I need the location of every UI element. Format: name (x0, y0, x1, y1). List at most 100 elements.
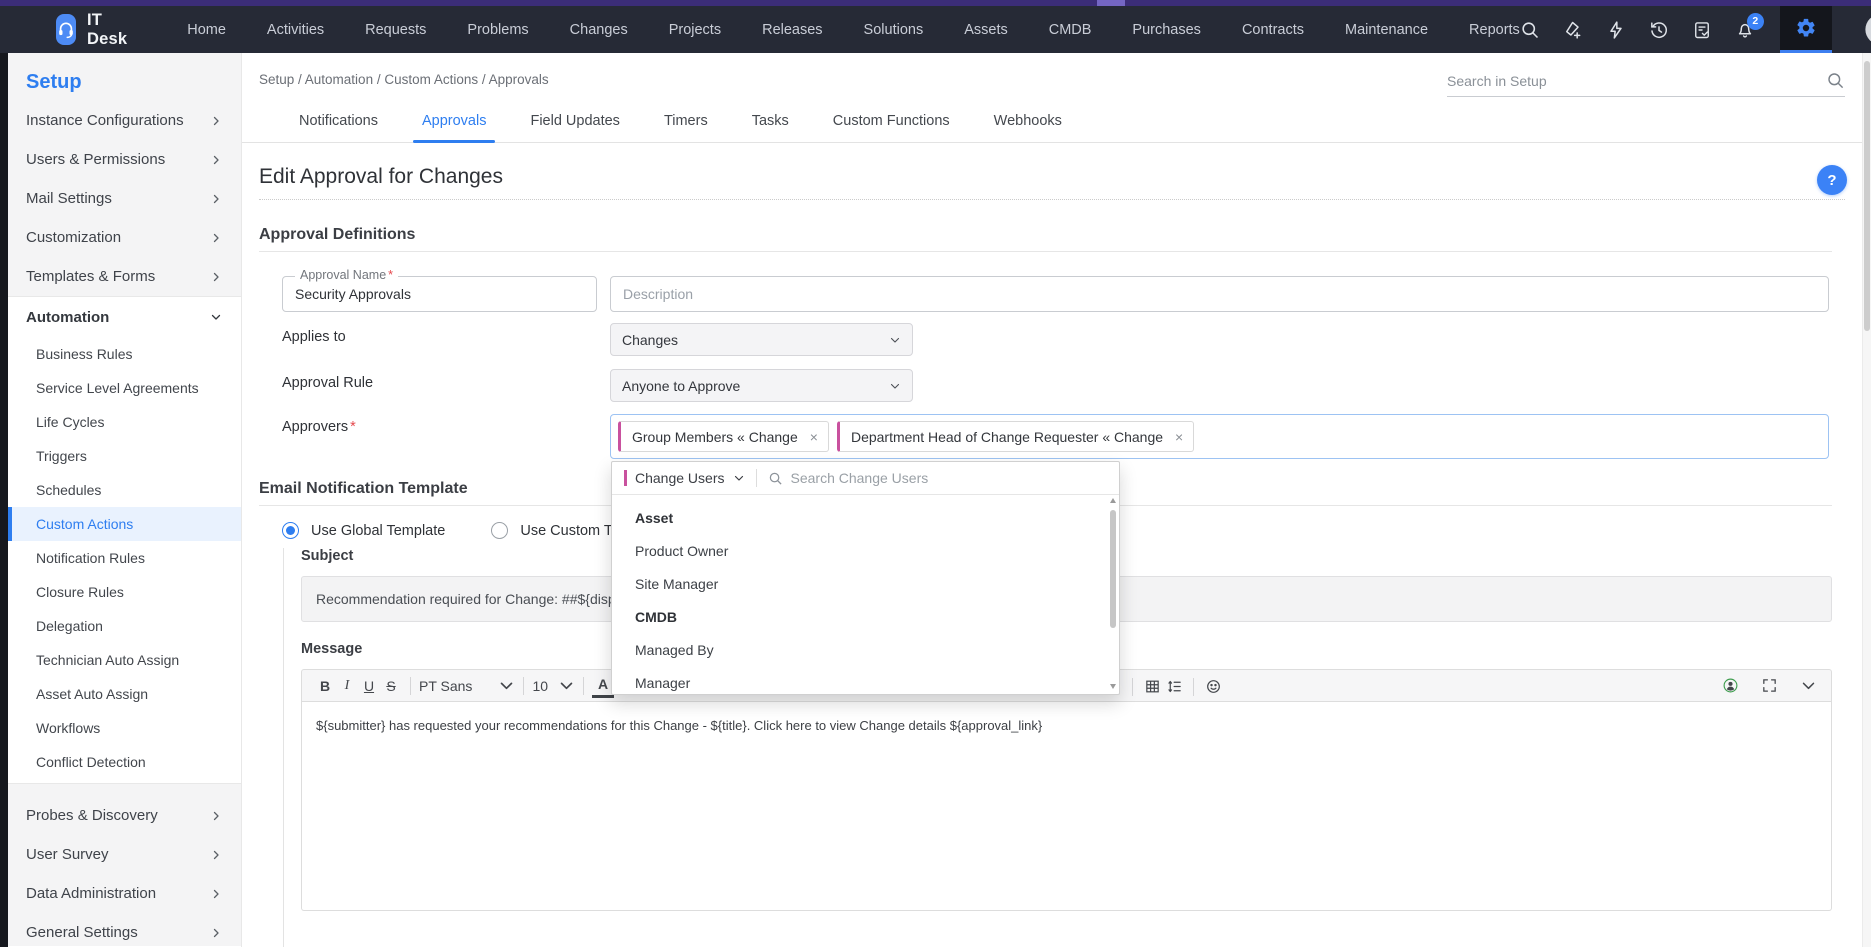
use-global-template-radio[interactable] (282, 522, 299, 539)
sidebar-item-life-cycles[interactable]: Life Cycles (8, 405, 241, 439)
tab-notifications[interactable]: Notifications (296, 100, 381, 143)
dropdown-option-manager[interactable]: Manager (612, 666, 1119, 699)
approvers-multiselect[interactable]: Group Members « Change × Department Head… (610, 414, 1829, 459)
scroll-up-arrow[interactable] (1110, 498, 1116, 503)
lightning-icon[interactable] (1606, 20, 1626, 40)
chip-remove-icon[interactable]: × (810, 430, 818, 444)
nav-purchases[interactable]: Purchases (1132, 22, 1201, 38)
sidebar-item-service-level-agreements[interactable]: Service Level Agreements (8, 371, 241, 405)
sidebar-item-templates-forms[interactable]: Templates & Forms (8, 257, 241, 296)
underline-icon[interactable]: U (358, 674, 380, 698)
search-icon[interactable] (1826, 71, 1845, 90)
sidebar-item-technician-auto-assign[interactable]: Technician Auto Assign (8, 643, 241, 677)
history-icon[interactable] (1649, 20, 1669, 40)
change-users-filter[interactable]: Change Users (635, 470, 745, 486)
emoji-icon[interactable] (1202, 675, 1224, 699)
app-window: IT Desk Home Activities Requests Problem… (0, 0, 1871, 947)
sidebar-item-instance-configurations[interactable]: Instance Configurations (8, 101, 241, 140)
approval-rule-select[interactable]: Anyone to Approve (610, 369, 913, 402)
sidebar-item-workflows[interactable]: Workflows (8, 711, 241, 745)
sidebar-automation-section: Automation Business Rules Service Level … (8, 297, 241, 784)
nav-home[interactable]: Home (187, 22, 226, 38)
sidebar-item-conflict-detection[interactable]: Conflict Detection (8, 745, 241, 779)
use-global-template-label: Use Global Template (311, 523, 445, 539)
message-editor-body[interactable]: ${submitter} has requested your recommen… (301, 702, 1832, 911)
nav-reports[interactable]: Reports (1469, 22, 1520, 38)
setup-gear-active[interactable] (1780, 6, 1832, 53)
tab-field-updates[interactable]: Field Updates (527, 100, 622, 143)
quick-add-icon[interactable] (1563, 20, 1583, 40)
applies-to-select[interactable]: Changes (610, 323, 913, 356)
tab-webhooks[interactable]: Webhooks (991, 100, 1065, 143)
description-input[interactable] (611, 277, 1828, 311)
italic-icon[interactable]: I (336, 674, 358, 698)
nav-activities[interactable]: Activities (267, 22, 324, 38)
sidebar-item-mail-settings[interactable]: Mail Settings (8, 179, 241, 218)
insert-table-icon[interactable] (1141, 675, 1163, 699)
use-custom-template-radio[interactable] (491, 522, 508, 539)
chip-remove-icon[interactable]: × (1175, 430, 1183, 444)
setup-search-input[interactable] (1447, 73, 1826, 89)
approvals-clipboard-icon[interactable] (1692, 20, 1712, 40)
brand-title: IT Desk (87, 11, 127, 49)
insert-approver-icon[interactable] (1719, 674, 1741, 698)
dropdown-group-asset[interactable]: Asset (612, 501, 1119, 534)
nav-problems[interactable]: Problems (467, 22, 528, 38)
notifications-bell-icon[interactable]: 2 (1735, 20, 1755, 40)
sidebar-item-users-permissions[interactable]: Users & Permissions (8, 140, 241, 179)
scrollbar-thumb[interactable] (1110, 510, 1116, 628)
font-family-select[interactable]: PT Sans (419, 674, 515, 698)
nav-changes[interactable]: Changes (570, 22, 628, 38)
sidebar-item-data-administration[interactable]: Data Administration (8, 874, 241, 913)
tab-timers[interactable]: Timers (661, 100, 711, 143)
font-size-select[interactable]: 10 (532, 674, 575, 698)
user-avatar[interactable] (1864, 13, 1871, 46)
tab-tasks[interactable]: Tasks (749, 100, 792, 143)
chevron-right-icon (210, 232, 222, 244)
bold-icon[interactable]: B (314, 674, 336, 698)
sidebar-item-asset-auto-assign[interactable]: Asset Auto Assign (8, 677, 241, 711)
required-asterisk: * (388, 268, 393, 282)
dropdown-option-site-manager[interactable]: Site Manager (612, 567, 1119, 600)
nav-contracts[interactable]: Contracts (1242, 22, 1304, 38)
approval-name-input[interactable] (283, 277, 596, 311)
scroll-down-arrow[interactable] (1110, 684, 1116, 689)
approver-chip[interactable]: Department Head of Change Requester « Ch… (837, 421, 1194, 452)
line-spacing-icon[interactable] (1163, 675, 1185, 699)
sidebar-item-custom-actions[interactable]: Custom Actions (8, 507, 241, 541)
nav-assets[interactable]: Assets (964, 22, 1008, 38)
dropdown-search-input[interactable] (791, 470, 1110, 486)
approvers-dropdown-panel: Change Users Asset Product Owner Site Ma… (611, 461, 1120, 695)
help-button[interactable]: ? (1817, 165, 1847, 195)
nav-projects[interactable]: Projects (669, 22, 721, 38)
sidebar-item-triggers[interactable]: Triggers (8, 439, 241, 473)
nav-requests[interactable]: Requests (365, 22, 426, 38)
sidebar-item-delegation[interactable]: Delegation (8, 609, 241, 643)
nav-solutions[interactable]: Solutions (864, 22, 924, 38)
nav-cmdb[interactable]: CMDB (1049, 22, 1092, 38)
collapse-toolbar-chevron-icon[interactable] (1797, 674, 1819, 698)
app-logo-headset-icon[interactable] (56, 14, 76, 45)
sidebar-item-schedules[interactable]: Schedules (8, 473, 241, 507)
sidebar-item-probes-discovery[interactable]: Probes & Discovery (8, 796, 241, 835)
sidebar-item-notification-rules[interactable]: Notification Rules (8, 541, 241, 575)
nav-releases[interactable]: Releases (762, 22, 822, 38)
sidebar-item-closure-rules[interactable]: Closure Rules (8, 575, 241, 609)
approver-chip[interactable]: Group Members « Change × (618, 421, 829, 452)
global-search-icon[interactable] (1520, 20, 1540, 40)
sidebar-item-business-rules[interactable]: Business Rules (8, 337, 241, 371)
sidebar-item-automation[interactable]: Automation (8, 297, 241, 337)
sidebar-item-user-survey[interactable]: User Survey (8, 835, 241, 874)
breadcrumb[interactable]: Setup / Automation / Custom Actions / Ap… (259, 72, 549, 87)
strikethrough-icon[interactable]: S (380, 674, 402, 698)
sidebar-item-customization[interactable]: Customization (8, 218, 241, 257)
dropdown-option-managed-by[interactable]: Managed By (612, 633, 1119, 666)
fullscreen-icon[interactable] (1758, 674, 1780, 698)
dropdown-group-cmdb[interactable]: CMDB (612, 600, 1119, 633)
nav-maintenance[interactable]: Maintenance (1345, 22, 1428, 38)
dropdown-option-product-owner[interactable]: Product Owner (612, 534, 1119, 567)
tab-approvals[interactable]: Approvals (419, 100, 489, 143)
sidebar-item-general-settings[interactable]: General Settings (8, 913, 241, 947)
page-scrollbar-thumb[interactable] (1864, 61, 1870, 331)
tab-custom-functions[interactable]: Custom Functions (830, 100, 953, 143)
